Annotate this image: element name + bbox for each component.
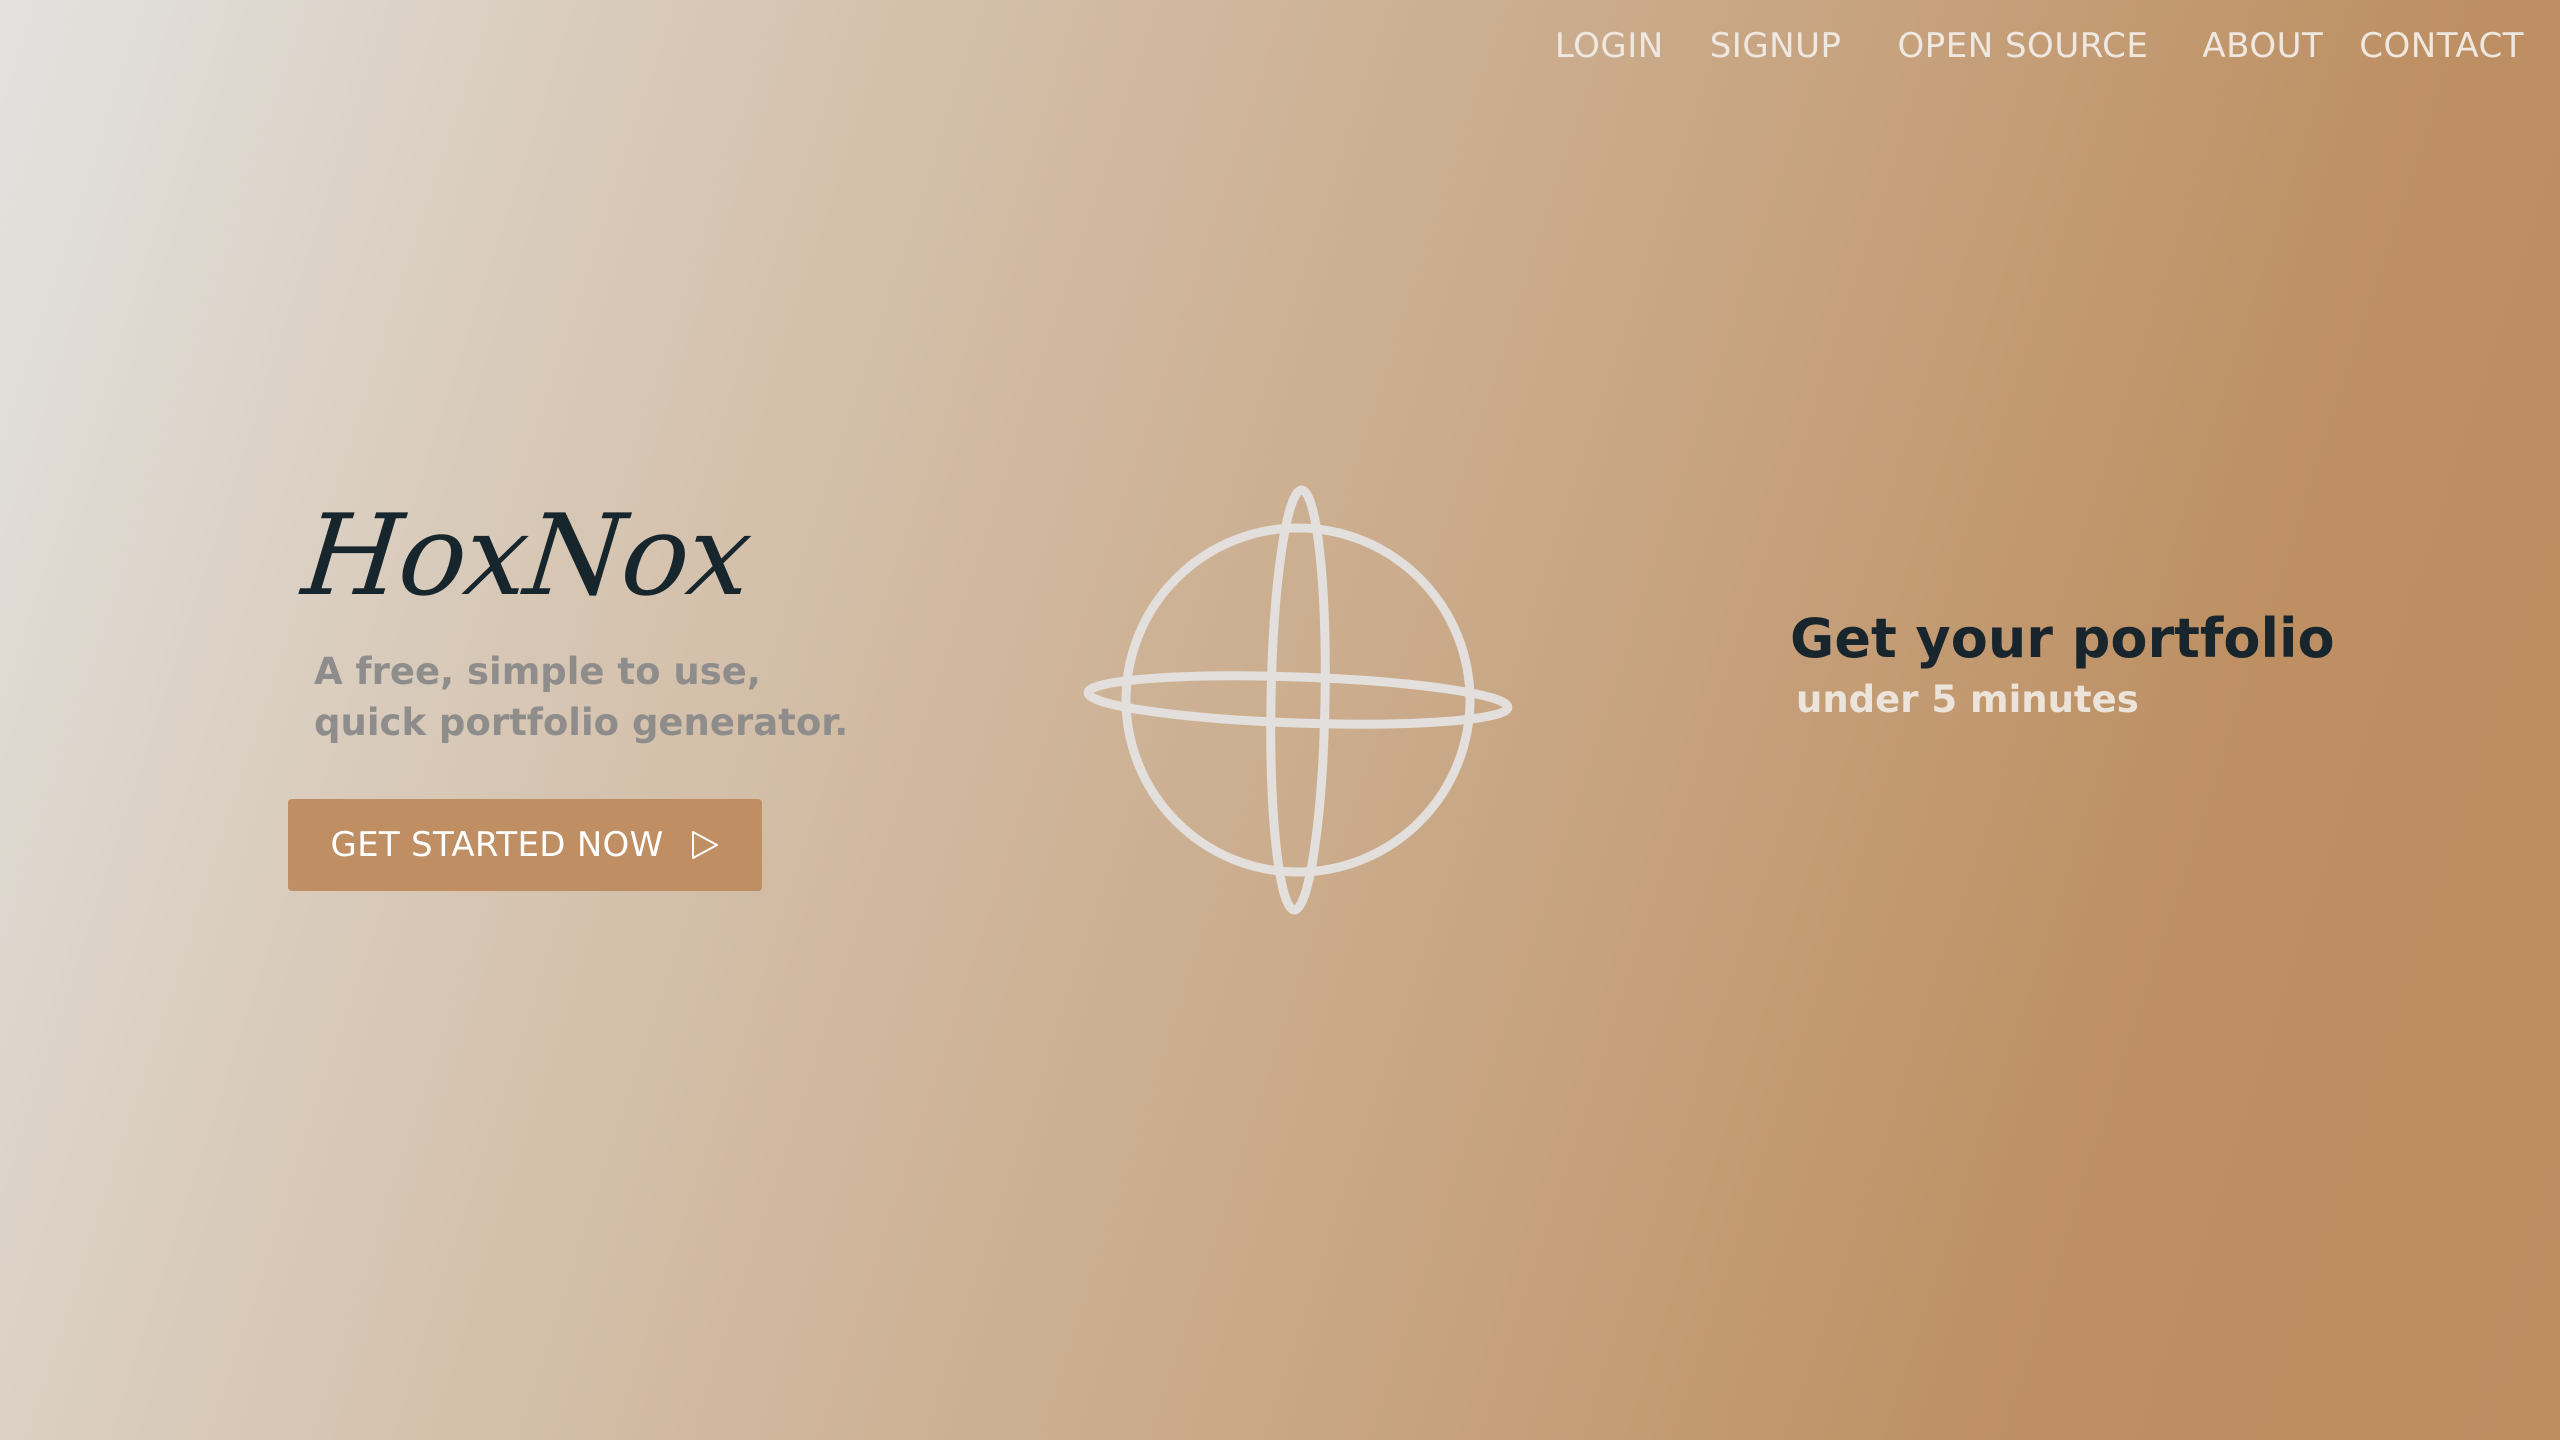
hero-tagline: A free, simple to use, quick portfolio g… [314, 646, 874, 748]
tagline-line-1: A free, simple to use, [314, 650, 761, 693]
tagline-line-2: quick portfolio generator. [314, 701, 849, 744]
brand-logo: HoxNox [297, 491, 756, 621]
hero-pitch: Get your portfolio under 5 minutes [1790, 604, 2335, 724]
top-nav: LOGIN SIGNUP OPEN SOURCE ABOUT CONTACT [1555, 22, 2524, 70]
get-started-button[interactable]: GET STARTED NOW [288, 799, 762, 891]
nav-about-link[interactable]: ABOUT [2202, 22, 2323, 70]
globe-icon [1083, 485, 1513, 915]
hero-intro: HoxNox A free, simple to use, quick port… [288, 491, 874, 748]
nav-signup-link[interactable]: SIGNUP [1710, 22, 1842, 70]
play-outline-icon [691, 831, 718, 859]
pitch-headline: Get your portfolio [1790, 607, 2335, 670]
get-started-label: GET STARTED NOW [330, 825, 664, 865]
pitch-subline: under 5 minutes [1796, 678, 2139, 721]
nav-contact-link[interactable]: CONTACT [2359, 22, 2524, 70]
nav-open-source-link[interactable]: OPEN SOURCE [1897, 22, 2148, 70]
nav-login-link[interactable]: LOGIN [1555, 22, 1664, 70]
